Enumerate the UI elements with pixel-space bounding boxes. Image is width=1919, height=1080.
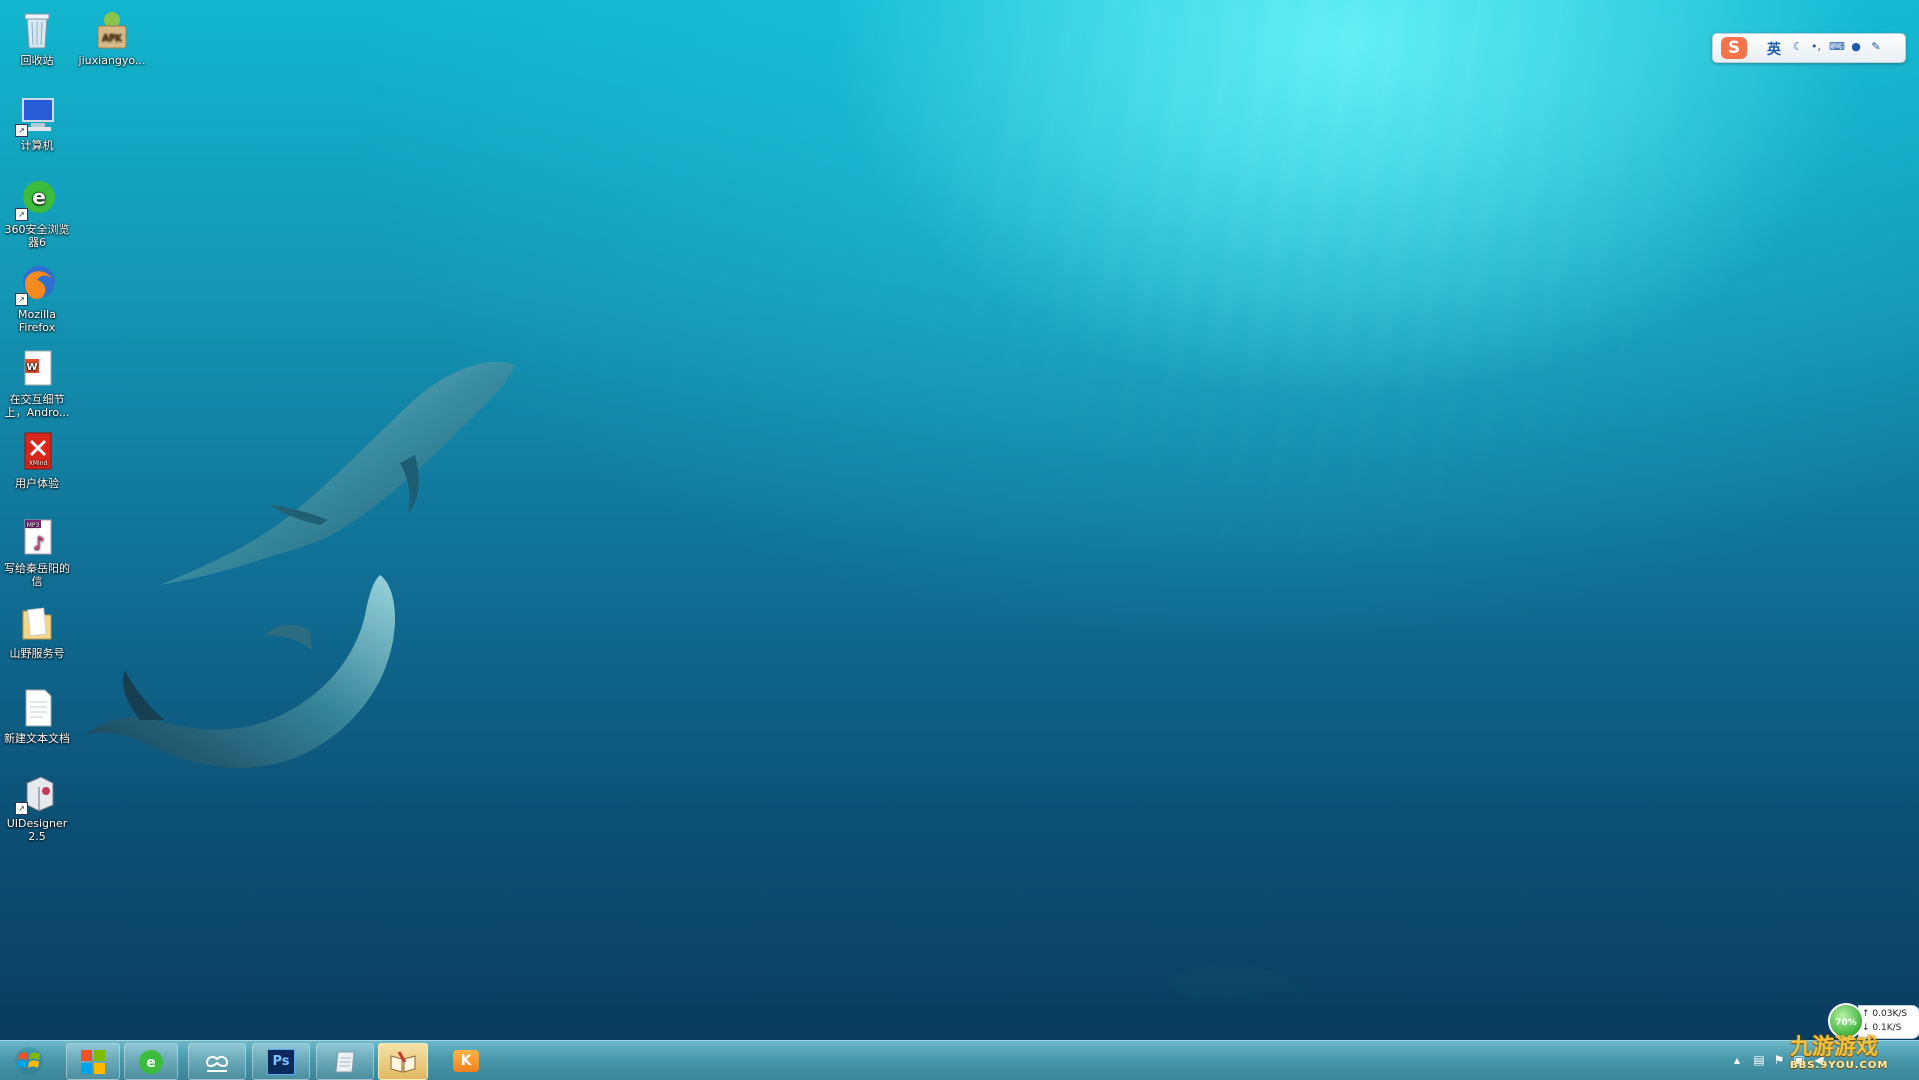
taskbar-item-notepad[interactable] <box>316 1043 374 1080</box>
dolphin-distant-image <box>1165 964 1305 999</box>
taskbar-item-cloud-sync[interactable] <box>188 1043 246 1080</box>
desktop-icon-label: Mozilla Firefox <box>18 308 56 334</box>
xmind-icon: XMind <box>15 431 59 475</box>
upload-speed-value: 0.03K/S <box>1872 1009 1908 1019</box>
taskbar-item-reader[interactable] <box>378 1043 428 1080</box>
shortcut-arrow-icon: ↗ <box>15 802 28 815</box>
desktop-icon-text-file[interactable]: 新建文本文档 <box>0 686 74 745</box>
desktop-icon-label: 回收站 <box>20 54 54 67</box>
explorer-tiles-icon <box>81 1049 105 1074</box>
desktop-icon-label: 计算机 <box>20 139 54 152</box>
desktop-icon-firefox[interactable]: ↗ Mozilla Firefox <box>0 262 74 334</box>
desktop-wallpaper <box>0 0 1919 1040</box>
moon-icon[interactable]: ☾ <box>1791 40 1805 54</box>
desktop-icon-label: 写给秦岳阳的信 <box>4 562 70 588</box>
ime-toolbar[interactable]: S 英 ☾ •, ⌨ ● ✎ <box>1712 33 1906 63</box>
flag-icon[interactable]: ⚑ <box>1771 1053 1787 1067</box>
desktop-icon-folder[interactable]: 山野服务号 <box>0 601 74 660</box>
recycle-bin-icon <box>15 8 59 52</box>
photoshop-icon: Ps <box>267 1048 295 1075</box>
watermark-url: BBS.9YOU.COM <box>1790 1060 1889 1071</box>
ime-mode-toggle[interactable]: 英 <box>1767 39 1781 59</box>
taskbar: e Ps K ▴ ▤ ⚑ ▣ ◀ <box>0 1040 1919 1080</box>
folder-icon <box>15 601 59 645</box>
desktop-icon-360-browser[interactable]: e ↗ 360安全浏览器6 <box>0 177 74 249</box>
360-browser-icon: e ↗ <box>15 177 59 221</box>
keyboard-icon[interactable]: ⌨ <box>1829 40 1845 54</box>
desktop-icon-apk[interactable]: APK jiuxiangyo... <box>75 8 149 67</box>
desktop-icon-recycle-bin[interactable]: 回收站 <box>0 8 74 67</box>
desktop-icon-label: 新建文本文档 <box>4 732 70 745</box>
reader-book-icon <box>390 1050 416 1073</box>
desktop-icon-label: 山野服务号 <box>9 647 65 660</box>
site-watermark-logo: 九游游戏 BBS.9YOU.COM <box>1790 1036 1918 1078</box>
apk-badge-text: APK <box>102 33 122 44</box>
desktop-icon-label: 在交互细节上，Andro... <box>4 393 70 419</box>
desktop-icon-mp3[interactable]: MP3 ♪ 写给秦岳阳的信 <box>0 516 74 588</box>
svg-text:♪: ♪ <box>33 533 45 554</box>
dolphin-upper-image <box>160 361 515 585</box>
svg-text:e: e <box>32 185 46 209</box>
shortcut-arrow-icon: ↗ <box>15 293 28 306</box>
desktop-icon-document[interactable]: W 在交互细节上，Andro... <box>0 347 74 419</box>
taskbar-item-windows-explorer[interactable] <box>66 1043 120 1080</box>
svg-text:e: e <box>146 1055 156 1071</box>
desktop-icon-label: UIDesigner 2.5 <box>6 817 68 843</box>
desktop-icon-label: 用户体验 <box>15 477 59 490</box>
text-file-icon <box>15 686 59 730</box>
shortcut-arrow-icon: ↗ <box>15 208 28 221</box>
user-icon[interactable]: ● <box>1849 40 1863 54</box>
document-icon: W <box>15 347 59 391</box>
punctuation-icon[interactable]: •, <box>1809 40 1823 54</box>
network-speed-widget[interactable]: 70% ↑ 0.03K/S ↓ 0.1K/S <box>1828 1003 1919 1039</box>
window-icon[interactable]: ▤ <box>1751 1053 1767 1067</box>
wrench-icon[interactable]: ✎ <box>1869 40 1883 54</box>
kk-app-icon: K <box>453 1049 479 1072</box>
cloud-sync-icon <box>205 1055 229 1072</box>
desktop-icon-uidesigner[interactable]: ↗ UIDesigner 2.5 <box>0 771 74 843</box>
firefox-icon: ↗ <box>15 262 59 306</box>
download-speed: ↓ 0.1K/S <box>1862 1023 1902 1033</box>
desktop-icon-label: 360安全浏览器6 <box>4 223 70 249</box>
memory-percent-badge[interactable]: 70% <box>1828 1003 1864 1039</box>
svg-text:W: W <box>26 362 37 373</box>
taskbar-item-kk-app[interactable]: K <box>436 1043 496 1078</box>
taskbar-item-360-browser[interactable]: e <box>124 1043 178 1080</box>
apk-file-icon: APK <box>90 8 134 52</box>
dolphin-lower-image <box>85 575 395 768</box>
mp3-icon: MP3 ♪ <box>15 516 59 560</box>
notepad-icon <box>335 1051 355 1072</box>
shortcut-arrow-icon: ↗ <box>15 124 28 137</box>
desktop-icon-computer[interactable]: ↗ 计算机 <box>0 93 74 152</box>
upload-speed: ↑ 0.03K/S <box>1862 1009 1908 1019</box>
download-speed-value: 0.1K/S <box>1872 1023 1902 1033</box>
uidesigner-icon: ↗ <box>15 771 59 815</box>
mp3-badge-text: MP3 <box>27 522 40 529</box>
computer-icon: ↗ <box>15 93 59 137</box>
start-button[interactable] <box>2 1043 56 1078</box>
windows-logo-icon <box>15 1046 43 1075</box>
360-browser-icon: e <box>139 1049 163 1074</box>
taskbar-item-photoshop[interactable]: Ps <box>252 1043 310 1080</box>
show-hidden-icon[interactable]: ▴ <box>1729 1053 1745 1067</box>
desktop-icon-xmind[interactable]: XMind 用户体验 <box>0 431 74 490</box>
watermark-title: 九游游戏 <box>1790 1035 1879 1060</box>
sogou-logo-icon[interactable]: S <box>1721 37 1747 59</box>
desktop-icon-label: jiuxiangyo... <box>78 54 146 67</box>
xmind-badge-text: XMind <box>29 460 48 467</box>
